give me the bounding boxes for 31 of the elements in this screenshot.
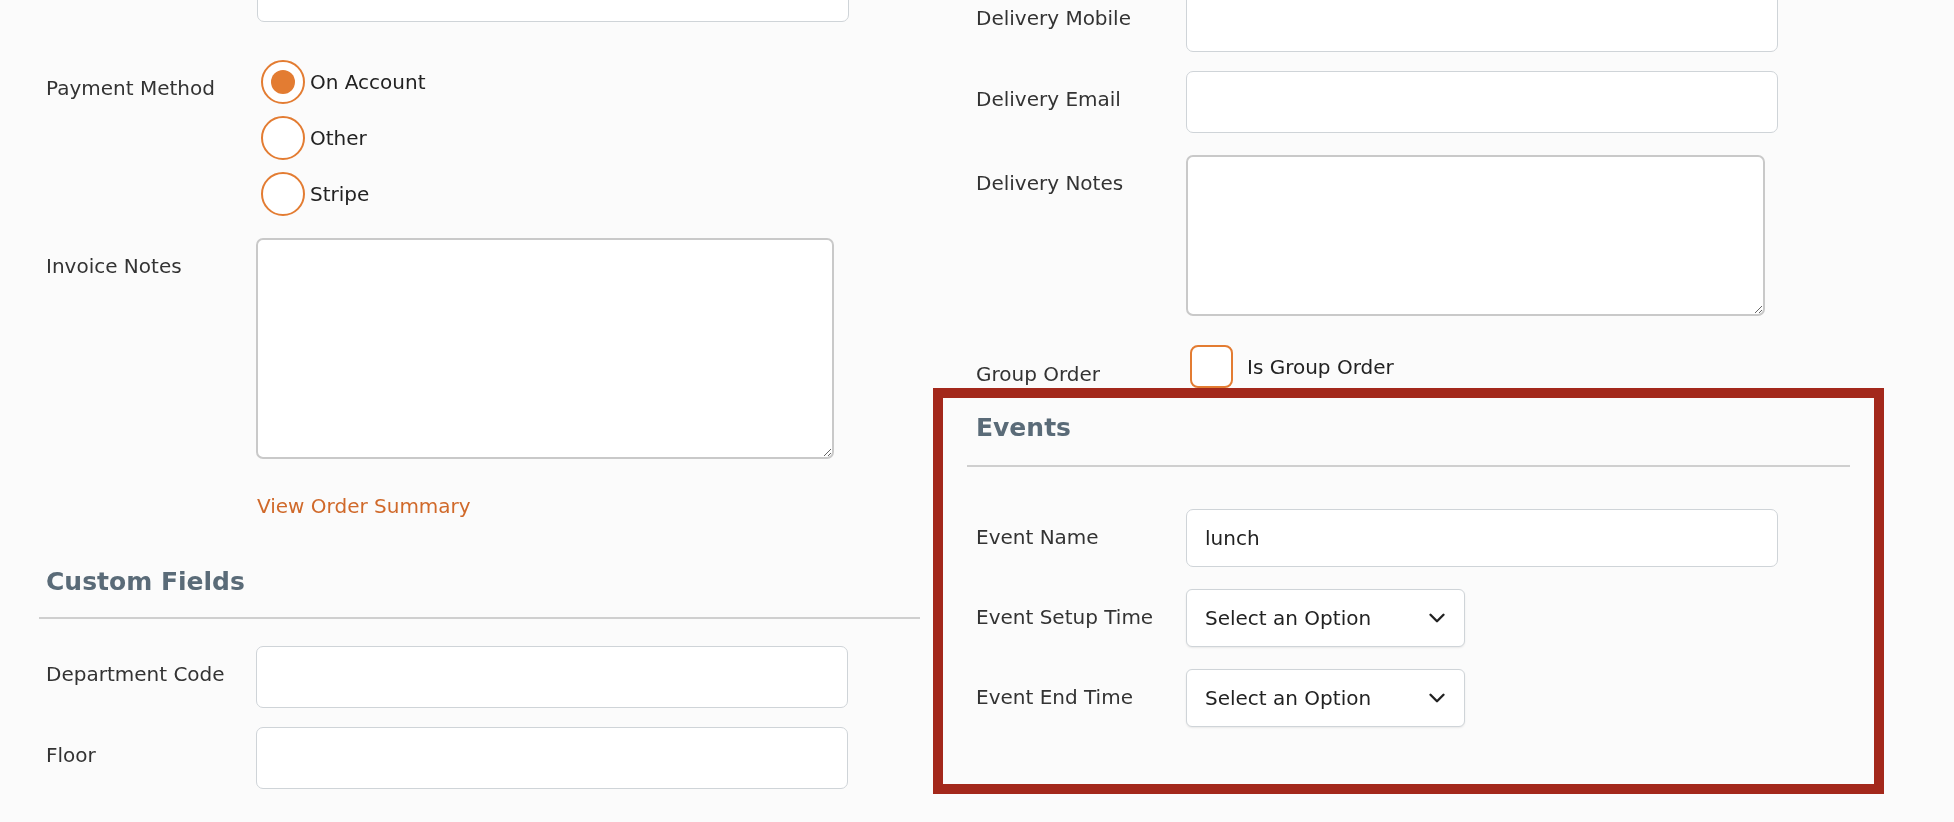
radio-label: Other: [310, 126, 367, 150]
field-label: Floor: [46, 742, 97, 766]
text-field[interactable]: lunch: [1186, 509, 1778, 567]
field-label: Group Order: [976, 361, 1102, 385]
checkbox-label: Is Group Order: [1247, 354, 1394, 379]
text-field[interactable]: [1186, 71, 1778, 133]
select-dropdown[interactable]: Select an Option: [1186, 669, 1465, 727]
field-label: Event End Time: [976, 684, 1134, 708]
field-label: Delivery Notes: [976, 170, 1125, 194]
field-label: Department Code: [46, 661, 226, 685]
section-heading: Custom Fields: [46, 567, 245, 597]
field-label: Invoice Notes: [46, 253, 183, 277]
field-label: Delivery Email: [976, 86, 1122, 110]
text-area[interactable]: [256, 238, 834, 459]
order-summary-link[interactable]: View Order Summary: [257, 495, 471, 517]
radio-label: On Account: [310, 70, 426, 94]
radio-label: Stripe: [310, 182, 370, 206]
text-area[interactable]: [1186, 155, 1765, 316]
field-label: Event Setup Time: [976, 604, 1155, 628]
checkbox[interactable]: [1190, 345, 1233, 388]
text-field[interactable]: [256, 727, 848, 789]
text-field[interactable]: [256, 646, 848, 708]
field-label: Event Name: [976, 524, 1100, 548]
field-label: Payment Method: [46, 75, 216, 99]
select-dropdown[interactable]: Select an Option: [1186, 589, 1465, 647]
radio-button[interactable]: [261, 60, 305, 104]
radio-button[interactable]: [261, 116, 305, 160]
radio-button[interactable]: [261, 172, 305, 216]
section-heading: Events: [976, 413, 1071, 443]
field-label: Delivery Mobile: [976, 5, 1132, 29]
text-field[interactable]: [1186, 0, 1778, 52]
